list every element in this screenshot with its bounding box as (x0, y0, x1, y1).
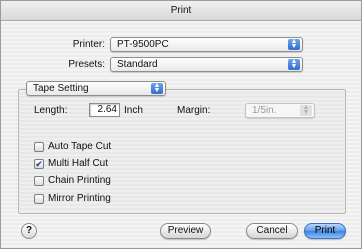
cancel-button[interactable]: Cancel (246, 223, 298, 239)
length-field[interactable]: 2.64 (89, 103, 120, 117)
section-popup[interactable]: Tape Setting ▲ ▼ (26, 81, 166, 96)
up-down-arrows-icon: ▲ ▼ (288, 38, 300, 50)
length-unit: Inch (124, 105, 143, 116)
margin-label: Margin: (177, 105, 211, 116)
checkmark-icon: ✔ (34, 159, 44, 169)
checkbox-label: Auto Tape Cut (48, 141, 112, 152)
section-popup-value: Tape Setting (33, 83, 89, 94)
checkbox-label: Mirror Printing (48, 193, 111, 204)
presets-popup[interactable]: Standard ▲ ▼ (110, 57, 303, 72)
printer-popup[interactable]: PT-9500PC ▲ ▼ (110, 37, 303, 52)
up-down-arrows-icon: ▲ ▼ (300, 104, 312, 116)
margin-popup[interactable]: 1/5in. ▲ ▼ (245, 103, 315, 118)
window-title: Print (1, 1, 361, 21)
print-dialog: Print Printer: PT-9500PC ▲ ▼ Presets: Sta… (0, 0, 362, 249)
checkbox-box (34, 194, 44, 204)
margin-popup-value: 1/5in. (252, 105, 277, 116)
length-label: Length: (34, 105, 68, 116)
preview-button[interactable]: Preview (160, 223, 211, 239)
presets-label: Presets: (68, 59, 105, 70)
checkbox-box (34, 142, 44, 152)
print-button[interactable]: Print (304, 223, 346, 239)
printer-label: Printer: (72, 39, 105, 50)
presets-popup-value: Standard (117, 59, 158, 70)
up-down-arrows-icon: ▲ ▼ (288, 58, 300, 70)
up-down-arrows-icon: ▲ ▼ (151, 82, 163, 94)
checkbox-label: Multi Half Cut (48, 158, 109, 169)
printer-popup-value: PT-9500PC (117, 39, 169, 50)
checkbox-box (34, 176, 44, 186)
checkbox-label: Chain Printing (48, 175, 111, 186)
help-button[interactable]: ? (21, 223, 37, 239)
